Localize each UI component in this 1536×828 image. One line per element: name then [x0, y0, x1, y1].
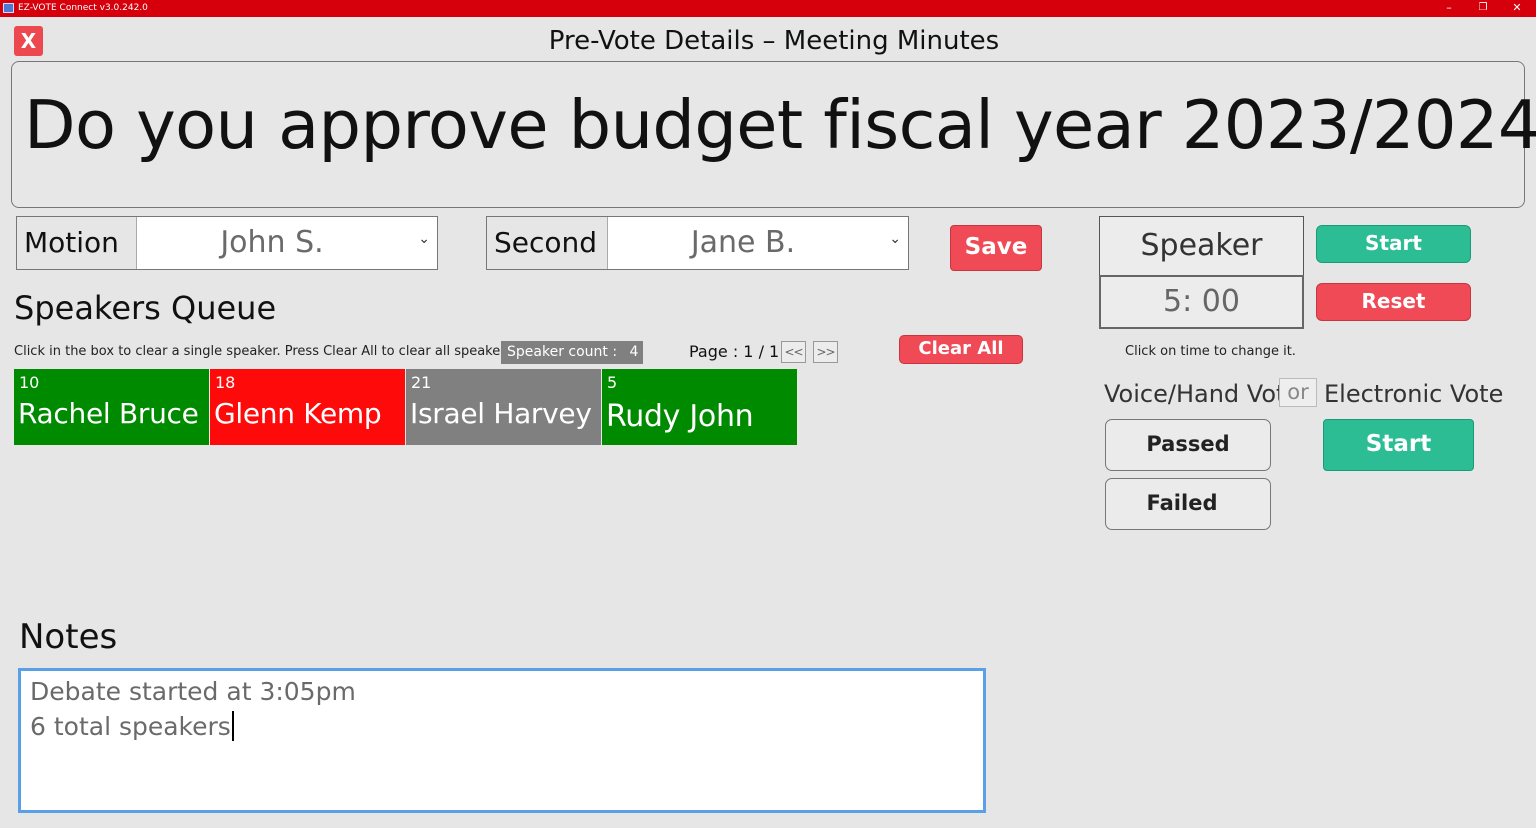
next-page-button[interactable]: >>	[813, 341, 838, 363]
notes-line-2-text: 6 total speakers	[30, 712, 231, 741]
notes-textarea[interactable]: Debate started at 3:05pm 6 total speaker…	[18, 668, 986, 813]
speaker-tile[interactable]: 5 Rudy John	[602, 369, 797, 445]
speaker-number: 18	[215, 373, 236, 392]
speaker-name: Rachel Bruce	[18, 397, 199, 430]
page-title: Pre-Vote Details – Meeting Minutes	[548, 26, 1000, 56]
motion-value: John S.	[220, 225, 324, 260]
speaker-number: 5	[607, 373, 618, 392]
save-button[interactable]: Save	[950, 225, 1042, 271]
speaker-tile[interactable]: 10 Rachel Bruce	[14, 369, 209, 445]
failed-button[interactable]: Failed	[1105, 478, 1271, 530]
text-caret	[231, 711, 234, 741]
notes-title: Notes	[19, 617, 118, 657]
second-label: Second	[494, 226, 598, 259]
second-value: Jane B.	[690, 225, 796, 260]
page-indicator: Page : 1 / 1	[689, 342, 780, 361]
notes-line-2: 6 total speakers	[30, 711, 234, 741]
second-select[interactable]: Jane B. ⌄	[607, 217, 908, 269]
passed-button[interactable]: Passed	[1105, 419, 1271, 471]
speaker-name: Rudy John	[606, 399, 754, 434]
speaker-count-value: 4	[629, 344, 639, 360]
prev-page-button[interactable]: <<	[781, 341, 806, 363]
motion-select[interactable]: John S. ⌄	[136, 217, 437, 269]
timer-start-button[interactable]: Start	[1316, 225, 1471, 263]
restore-icon[interactable]: ❐	[1472, 1, 1494, 15]
window-close-icon[interactable]: ✕	[1506, 1, 1528, 15]
timer-reset-button[interactable]: Reset	[1316, 283, 1471, 321]
second-field: Second Jane B. ⌄	[486, 216, 909, 270]
app-logo-icon	[3, 3, 14, 13]
notes-line-1: Debate started at 3:05pm	[30, 677, 356, 706]
speaker-timer-value[interactable]: 5: 00	[1099, 275, 1304, 329]
close-button[interactable]: X	[14, 26, 43, 56]
speaker-number: 21	[411, 373, 432, 392]
speakers-hint: Click in the box to clear a single speak…	[14, 344, 517, 359]
clear-all-button[interactable]: Clear All	[899, 335, 1023, 364]
motion-field: Motion John S. ⌄	[16, 216, 438, 270]
question-text: Do you approve budget fiscal year 2023/2…	[24, 86, 1536, 164]
electronic-vote-label: Electronic Vote	[1324, 380, 1504, 408]
chevron-down-icon: ⌄	[889, 231, 901, 247]
minimize-icon[interactable]: –	[1438, 1, 1460, 15]
window-title: EZ-VOTE Connect v3.0.242.0	[18, 3, 148, 13]
electronic-vote-start-button[interactable]: Start	[1323, 419, 1474, 471]
speaker-name: Israel Harvey	[410, 397, 592, 430]
speaker-number: 10	[19, 373, 40, 392]
motion-label: Motion	[24, 226, 119, 259]
voice-vote-label: Voice/Hand Vote	[1104, 380, 1301, 408]
speakers-queue-title: Speakers Queue	[14, 289, 277, 327]
chevron-down-icon: ⌄	[418, 231, 430, 247]
speaker-name: Glenn Kemp	[214, 397, 382, 430]
speaker-tile[interactable]: 21 Israel Harvey	[406, 369, 601, 445]
speaker-tile[interactable]: 18 Glenn Kemp	[210, 369, 405, 445]
window-titlebar: EZ-VOTE Connect v3.0.242.0 – ❐ ✕	[0, 0, 1536, 17]
speaker-count-badge: Speaker count : 4	[501, 341, 643, 364]
or-label: or	[1279, 378, 1317, 407]
timer-hint: Click on time to change it.	[1125, 344, 1296, 359]
speaker-count-label: Speaker count :	[507, 344, 618, 360]
speaker-timer-label: Speaker Timer	[1099, 216, 1304, 321]
question-panel: Do you approve budget fiscal year 2023/2…	[11, 61, 1536, 208]
